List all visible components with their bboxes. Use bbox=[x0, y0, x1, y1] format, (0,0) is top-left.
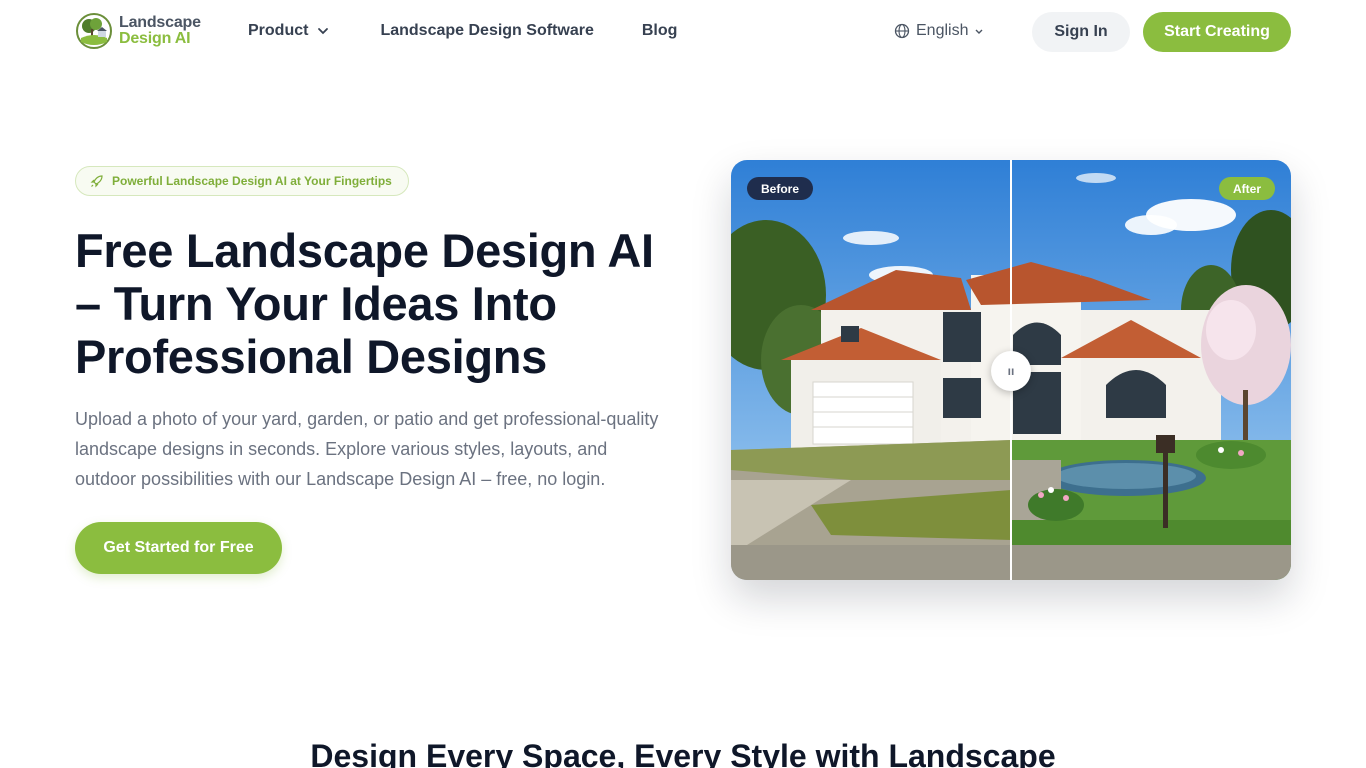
language-label: English bbox=[916, 22, 969, 39]
nav-blog-label: Blog bbox=[641, 22, 678, 39]
globe-icon bbox=[894, 23, 910, 39]
chevron-down-icon bbox=[975, 29, 983, 34]
nav-landscape-design-software[interactable]: Landscape Design Software bbox=[380, 22, 593, 40]
nav-product-label: Product bbox=[248, 22, 309, 39]
main-nav: Product Landscape Design Software Blog bbox=[248, 22, 677, 40]
pause-icon: ıı bbox=[1007, 364, 1015, 378]
rocket-icon bbox=[90, 175, 103, 188]
nav-product[interactable]: Product bbox=[248, 22, 330, 40]
hero-badge: Powerful Landscape Design AI at Your Fin… bbox=[75, 166, 409, 196]
slider-handle[interactable]: ıı bbox=[991, 351, 1031, 391]
logo-tree-icon bbox=[76, 13, 112, 49]
sign-in-button[interactable]: Sign In bbox=[1032, 12, 1130, 52]
hero-badge-text: Powerful Landscape Design AI at Your Fin… bbox=[112, 174, 392, 188]
logo[interactable]: Landscape Design AI bbox=[75, 12, 201, 50]
get-started-button[interactable]: Get Started for Free bbox=[75, 522, 282, 574]
before-label: Before bbox=[747, 177, 814, 200]
start-creating-button[interactable]: Start Creating bbox=[1143, 12, 1291, 52]
after-label: After bbox=[1218, 177, 1275, 200]
site-header: Landscape Design AI Product Landscape De… bbox=[0, 0, 1366, 64]
logo-text-line1: Landscape bbox=[119, 14, 201, 31]
logo-text-line2: Design AI bbox=[119, 30, 191, 47]
nav-software-label: Landscape Design Software bbox=[380, 22, 594, 39]
language-selector[interactable]: English bbox=[894, 22, 984, 40]
hero-headline: Free Landscape Design AI – Turn Your Ide… bbox=[75, 224, 654, 383]
before-after-comparison[interactable]: Before After ıı bbox=[731, 160, 1291, 580]
chevron-down-icon bbox=[318, 28, 329, 35]
hero-subtext: Upload a photo of your yard, garden, or … bbox=[75, 409, 659, 489]
section-title: Design Every Space, Every Style with Lan… bbox=[310, 738, 1056, 768]
nav-blog[interactable]: Blog bbox=[642, 22, 678, 40]
